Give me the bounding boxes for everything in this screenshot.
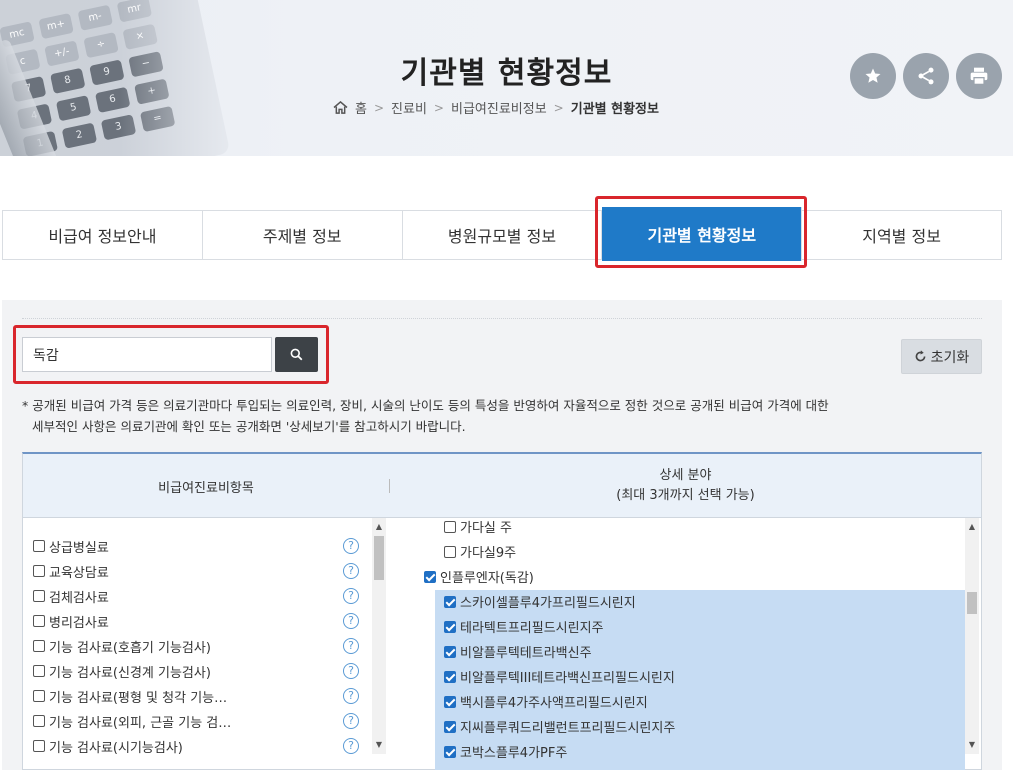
left-item-list: 상급병실료 ? 교육상담료 ? 검체검사료 ? 병리검사료 ? 기능 검사료(호…: [23, 518, 389, 770]
list-item[interactable]: 기능 검사료(신경계 기능검사): [33, 660, 363, 682]
highlight-box-search: [13, 325, 329, 384]
share-icon: [918, 67, 934, 85]
help-icon[interactable]: ?: [343, 688, 359, 704]
help-icon[interactable]: ?: [343, 713, 359, 729]
reset-label: 초기화: [930, 349, 970, 366]
checkbox[interactable]: [444, 545, 456, 558]
checkbox[interactable]: [444, 520, 456, 533]
breadcrumb-home[interactable]: 홈: [355, 98, 367, 117]
help-icon[interactable]: ?: [343, 613, 359, 629]
list-item[interactable]: 기능 검사료(평형 및 청각 기능…: [33, 685, 363, 707]
checkbox[interactable]: [444, 695, 456, 708]
checkbox[interactable]: [444, 595, 456, 608]
list-item[interactable]: 검체검사료: [33, 585, 363, 607]
tab-institution[interactable]: 기관별 현황정보: [602, 207, 803, 261]
scroll-up-arrow-icon[interactable]: ▲: [372, 520, 386, 534]
help-icon[interactable]: ?: [343, 663, 359, 679]
checkbox[interactable]: [33, 715, 45, 727]
notice-line-1: * 공개된 비급여 가격 등은 의료기관마다 투입되는 의료인력, 장비, 시술…: [22, 398, 829, 413]
right-column-header: 상세 분야 (최대 3개까지 선택 가능): [390, 454, 981, 518]
list-item[interactable]: 기능 검사료(시기능검사): [33, 735, 363, 757]
scrollbar-thumb[interactable]: [374, 536, 384, 580]
tab-bar: 비급여 정보안내 주제별 정보 병원규모별 정보 기관별 현황정보 지역별 정보: [2, 207, 1002, 261]
checkbox[interactable]: [444, 620, 456, 633]
left-scrollbar[interactable]: ▲ ▼: [372, 518, 386, 754]
checkbox[interactable]: [33, 565, 45, 577]
right-header-subtitle: (최대 3개까지 선택 가능): [616, 488, 755, 503]
refresh-icon: [915, 350, 926, 362]
list-item[interactable]: 비알플루텍테트라백신주: [444, 639, 592, 664]
scroll-up-arrow-icon[interactable]: ▲: [965, 520, 979, 534]
print-icon: [970, 67, 988, 85]
chevron-right-icon: >: [433, 100, 444, 115]
checkbox[interactable]: [33, 540, 45, 552]
breadcrumb-item[interactable]: 진료비: [391, 98, 427, 117]
list-item[interactable]: 스카이셀플루4가프리필드시린지: [444, 589, 636, 614]
list-item[interactable]: 테라텍트프리필드시린지주: [444, 614, 604, 639]
breadcrumb: 홈 > 진료비 > 비급여진료비정보 > 기관별 현황정보: [333, 98, 659, 117]
chevron-right-icon: >: [553, 100, 564, 115]
help-icon[interactable]: ?: [343, 638, 359, 654]
notice-text: * 공개된 비급여 가격 등은 의료기관마다 투입되는 의료인력, 장비, 시술…: [22, 395, 982, 437]
list-item[interactable]: 가다실9주: [444, 539, 516, 564]
calculator-key: m+: [38, 12, 74, 40]
checkbox[interactable]: [33, 615, 45, 627]
calculator-key: 5: [55, 95, 92, 122]
divider: [22, 318, 982, 319]
list-item-group[interactable]: 인플루엔자(독감): [424, 564, 534, 589]
checkbox[interactable]: [33, 740, 45, 752]
star-icon: [865, 68, 881, 83]
right-scrollbar[interactable]: ▲ ▼: [965, 518, 979, 754]
calculator-key: 2: [61, 122, 98, 149]
tab-region[interactable]: 지역별 정보: [802, 211, 1001, 259]
list-item[interactable]: 상급병실료: [33, 535, 363, 557]
help-icon[interactable]: ?: [343, 588, 359, 604]
list-item[interactable]: 교육상담료: [33, 560, 363, 582]
left-column-header: 비급여진료비항목: [158, 480, 254, 496]
tab-hospital-size[interactable]: 병원규모별 정보: [403, 211, 603, 259]
selection-table: 비급여진료비항목 상세 분야 (최대 3개까지 선택 가능) 상급병실료 ? 교…: [22, 452, 982, 770]
scrollbar-thumb[interactable]: [967, 592, 977, 614]
scroll-down-arrow-icon[interactable]: ▼: [372, 738, 386, 752]
notice-line-2: 세부적인 사항은 의료기관에 확인 또는 공개화면 '상세보기'를 참고하시기 …: [32, 419, 466, 434]
scroll-down-arrow-icon[interactable]: ▼: [965, 738, 979, 752]
calculator-key: m-: [77, 4, 113, 31]
checkbox[interactable]: [444, 720, 456, 733]
list-item[interactable]: 가다실 주: [444, 518, 512, 539]
help-icon[interactable]: ?: [343, 563, 359, 579]
print-button[interactable]: [956, 53, 1002, 99]
list-item[interactable]: 백시플루4가주사액프리필드시린지: [444, 689, 648, 714]
page: mcm+m-mrc+/-÷×789−456+123= 기관별 현황정보 홈 > …: [0, 0, 1013, 770]
share-button[interactable]: [903, 53, 949, 99]
right-item-list: 가다실 주 가다실9주 인플루엔자(독감) 스카이셀플루4가프리필드시린지 테라…: [390, 518, 981, 770]
checkbox[interactable]: [444, 745, 456, 758]
breadcrumb-item[interactable]: 비급여진료비정보: [451, 98, 547, 117]
list-item[interactable]: 기능 검사료(외피, 근골 기능 검…: [33, 710, 363, 732]
list-item[interactable]: 기능 검사료(호흡기 기능검사): [33, 635, 363, 657]
reset-button[interactable]: 초기화: [901, 339, 982, 374]
help-icon[interactable]: ?: [343, 738, 359, 754]
checkbox[interactable]: [33, 640, 45, 652]
help-icon[interactable]: ?: [343, 538, 359, 554]
checkbox[interactable]: [33, 665, 45, 677]
table-header: 비급여진료비항목 상세 분야 (최대 3개까지 선택 가능): [23, 454, 981, 518]
checkbox[interactable]: [444, 670, 456, 683]
list-item[interactable]: 지씨플루쿼드리밸런트프리필드시린지주: [444, 714, 675, 739]
right-header-title: 상세 분야: [659, 468, 712, 483]
chevron-right-icon: >: [373, 100, 385, 115]
tab-topic[interactable]: 주제별 정보: [203, 211, 403, 259]
breadcrumb-current: 기관별 현황정보: [570, 102, 659, 117]
home-icon[interactable]: [333, 101, 348, 114]
checkbox[interactable]: [444, 645, 456, 658]
checkbox[interactable]: [424, 570, 436, 583]
tab-info[interactable]: 비급여 정보안내: [3, 211, 203, 259]
list-item[interactable]: 코박스플루4가PF주: [444, 739, 567, 764]
list-item[interactable]: 병리검사료: [33, 610, 363, 632]
checkbox[interactable]: [33, 590, 45, 602]
favorite-button[interactable]: [850, 53, 896, 99]
checkbox[interactable]: [33, 690, 45, 702]
list-item[interactable]: 비알플루텍III테트라백신프리필드시린지: [444, 664, 675, 689]
